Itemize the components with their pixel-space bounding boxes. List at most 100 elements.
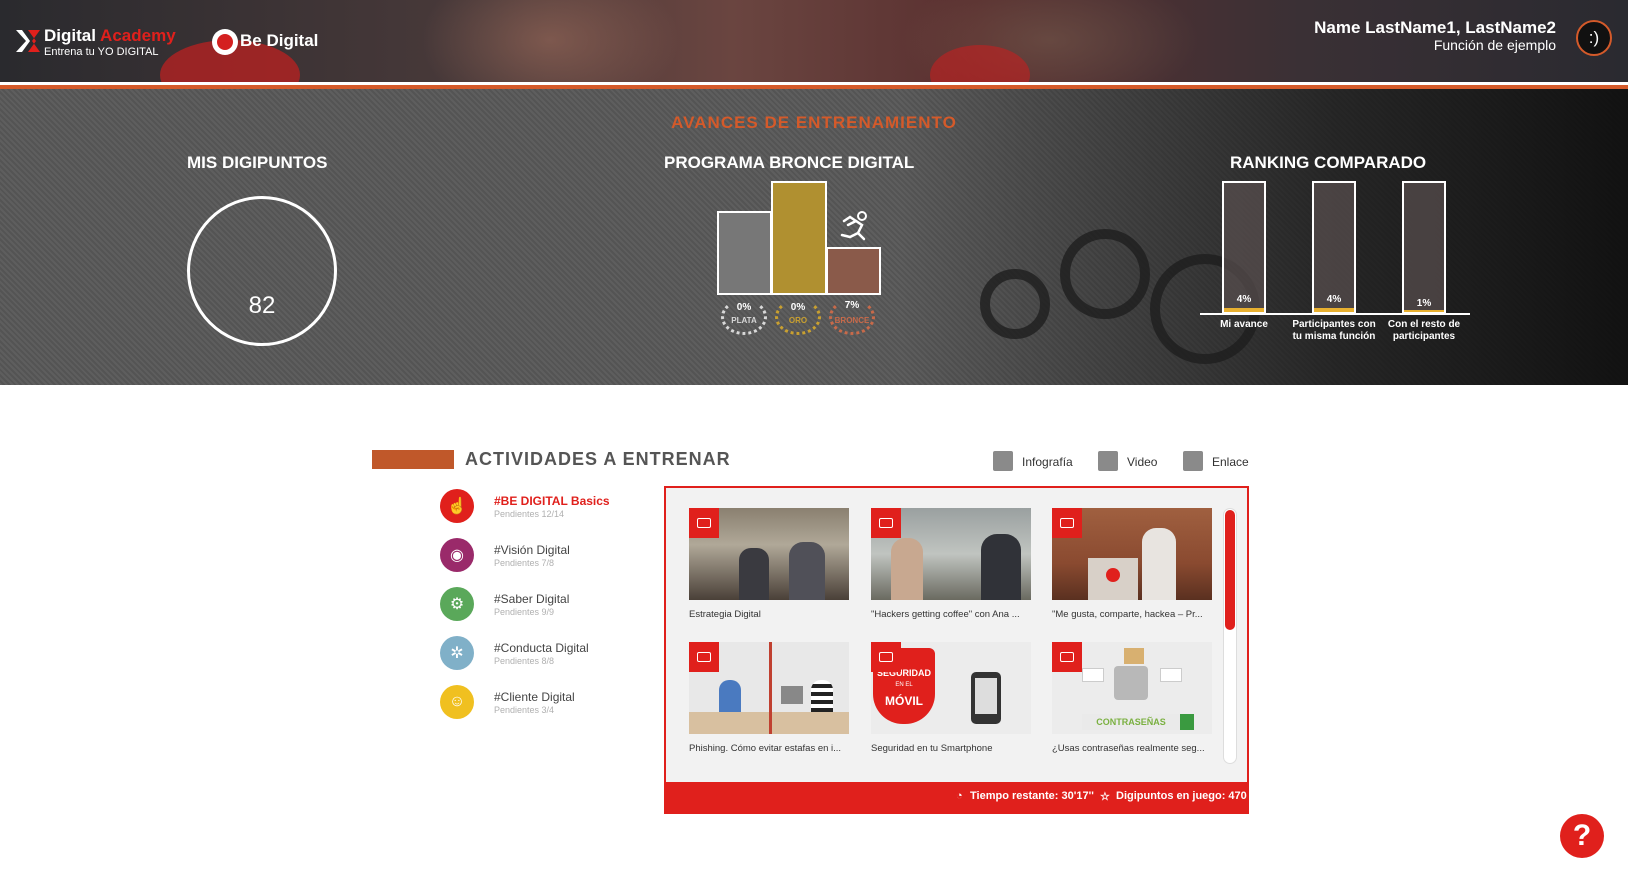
- ranking-pct-resto: 1%: [1416, 298, 1432, 309]
- help-button[interactable]: ?: [1560, 814, 1604, 858]
- video-badge-icon: [1052, 642, 1082, 672]
- en-el-text: EN EL: [895, 682, 913, 688]
- logo-title-2: Academy: [100, 26, 176, 45]
- play-icon: [1180, 714, 1194, 730]
- brain-icon: ⚙: [440, 587, 474, 621]
- video-badge-icon: [689, 642, 719, 672]
- oro-label: ORO: [788, 316, 808, 325]
- legend-enlace: Enlace: [1212, 455, 1249, 469]
- activity-thumbnail: [689, 642, 849, 734]
- envelope-icon: [1082, 668, 1104, 682]
- hand-tap-icon: ☝: [440, 489, 474, 523]
- video-badge-icon: [689, 508, 719, 538]
- video-badge-icon: [871, 642, 901, 672]
- program-bar-bronce: [826, 247, 881, 295]
- users-icon: ☺: [440, 685, 474, 719]
- category-vision-digital[interactable]: ◉ #Visión Digital Pendientes 7/8: [440, 538, 670, 578]
- activity-card[interactable]: CONTRASEÑAS ¿Usas contraseñas realmente …: [1052, 642, 1212, 754]
- category-name: #BE DIGITAL Basics: [494, 494, 610, 508]
- plata-label: PLATA: [731, 316, 757, 325]
- ranking-pct-mi-avance: 4%: [1236, 294, 1252, 305]
- runner-icon: [840, 211, 867, 241]
- category-name: #Saber Digital: [494, 592, 570, 606]
- movil-text: MÓVIL: [885, 694, 923, 708]
- digipoints-value: 82: [248, 292, 276, 319]
- link-icon: [1183, 451, 1203, 471]
- video-badge-icon: [1052, 508, 1082, 538]
- panel-scrollbar-thumb[interactable]: [1225, 510, 1235, 630]
- ranking-fill: [1224, 308, 1264, 312]
- digital-academy-logo-icon: [16, 30, 40, 52]
- digipoints-title: MIS DIGIPUNTOS: [187, 153, 328, 172]
- header-background-photo: [420, 0, 680, 84]
- category-be-digital-basics[interactable]: ☝ #BE DIGITAL Basics Pendientes 12/14: [440, 489, 670, 529]
- category-name: #Conducta Digital: [494, 641, 589, 655]
- category-pending: Pendientes 9/9: [494, 607, 555, 617]
- activity-card[interactable]: SEGURIDAD EN EL MÓVIL Seguridad en tu Sm…: [871, 642, 1031, 754]
- activity-card[interactable]: "Me gusta, comparte, hackea – Pr...: [1052, 508, 1212, 620]
- program-bar-oro: [771, 181, 827, 295]
- activity-thumbnail: CONTRASEÑAS: [1052, 642, 1212, 734]
- activities-accent-bar: [372, 450, 454, 469]
- activities-panel: Estrategia Digital "Hackers getting coff…: [664, 486, 1249, 814]
- category-cliente-digital[interactable]: ☺ #Cliente Digital Pendientes 3/4: [440, 685, 670, 725]
- activity-title: "Hackers getting coffee" con Ana ...: [871, 609, 1020, 620]
- ranking-title: RANKING COMPARADO: [1230, 153, 1427, 172]
- program-bar-plata: [717, 211, 772, 295]
- star-icon: ☆: [1100, 791, 1110, 803]
- ranking-bar-resto: [1402, 181, 1446, 314]
- activity-title: Seguridad en tu Smartphone: [871, 743, 993, 754]
- logo-subtitle: Entrena tu YO DIGITAL: [44, 46, 159, 58]
- contrasenas-text: CONTRASEÑAS: [1082, 714, 1180, 730]
- digipoints-at-stake: Digipuntos en juego: 470: [1116, 790, 1247, 802]
- background-ring: [1060, 229, 1150, 319]
- timer-icon: ◔: [956, 790, 963, 802]
- ranking-label-resto: Con el resto de participantes: [1387, 319, 1461, 342]
- activity-title: "Me gusta, comparte, hackea – Pr...: [1052, 609, 1203, 620]
- ranking-label-mi-avance: Mi avance: [1220, 319, 1268, 330]
- safe-icon: [1114, 666, 1148, 700]
- legend-infografia: Infografía: [1022, 455, 1073, 469]
- category-pending: Pendientes 8/8: [494, 656, 555, 666]
- category-pending: Pendientes 7/8: [494, 558, 555, 568]
- logo-title-1: Digital: [44, 26, 96, 45]
- header: Digital Academy Entrena tu YO DIGITAL Be…: [0, 0, 1628, 84]
- ranking-baseline: [1200, 313, 1470, 315]
- activity-card[interactable]: Phishing. Cómo evitar estafas en i...: [689, 642, 849, 754]
- activity-card[interactable]: "Hackers getting coffee" con Ana ...: [871, 508, 1031, 620]
- category-pending: Pendientes 3/4: [494, 705, 555, 715]
- category-conducta-digital[interactable]: ✲ #Conducta Digital Pendientes 8/8: [440, 636, 670, 676]
- ranking-label-misma-funcion: Participantes con tu misma función: [1292, 319, 1376, 342]
- category-saber-digital[interactable]: ⚙ #Saber Digital Pendientes 9/9: [440, 587, 670, 627]
- eye-icon: ◉: [440, 538, 474, 572]
- ranking-pct-misma-funcion: 4%: [1326, 294, 1342, 305]
- be-digital-label[interactable]: Be Digital: [240, 31, 318, 51]
- category-name: #Visión Digital: [494, 543, 570, 557]
- panel-footer: ◔ Tiempo restante: 30'17'' ☆ Digipuntos …: [666, 782, 1247, 812]
- category-pending: Pendientes 12/14: [494, 509, 565, 519]
- ranking-fill: [1404, 310, 1444, 312]
- activity-thumbnail: SEGURIDAD EN EL MÓVIL: [871, 642, 1031, 734]
- time-remaining: Tiempo restante: 30'17'': [970, 790, 1094, 802]
- envelope-icon-2: [1160, 668, 1182, 682]
- ranking-fill: [1314, 308, 1354, 312]
- be-digital-logo-icon: [212, 29, 238, 55]
- digipoints-circle: [187, 196, 337, 346]
- user-name: Name LastName1, LastName2: [1314, 18, 1556, 37]
- activity-thumbnail: [871, 508, 1031, 600]
- legend-video: Video: [1127, 455, 1158, 469]
- progress-title: AVANCES DE ENTRENAMIENTO: [671, 113, 957, 132]
- network-icon: ✲: [440, 636, 474, 670]
- infographic-icon: [993, 451, 1013, 471]
- program-title: PROGRAMA BRONCE DIGITAL: [664, 153, 915, 172]
- activity-card[interactable]: Estrategia Digital: [689, 508, 849, 620]
- activity-title: Phishing. Cómo evitar estafas en i...: [689, 743, 842, 754]
- category-name: #Cliente Digital: [494, 690, 575, 704]
- avatar[interactable]: :): [1576, 20, 1612, 56]
- activity-title: ¿Usas contraseñas realmente seg...: [1052, 743, 1205, 754]
- logo-title[interactable]: Digital Academy: [44, 26, 176, 46]
- user-role: Función de ejemplo: [1433, 37, 1556, 53]
- activities-title: ACTIVIDADES A ENTRENAR: [465, 449, 731, 469]
- bronce-label: BRONCE: [834, 316, 870, 325]
- video-badge-icon: [871, 508, 901, 538]
